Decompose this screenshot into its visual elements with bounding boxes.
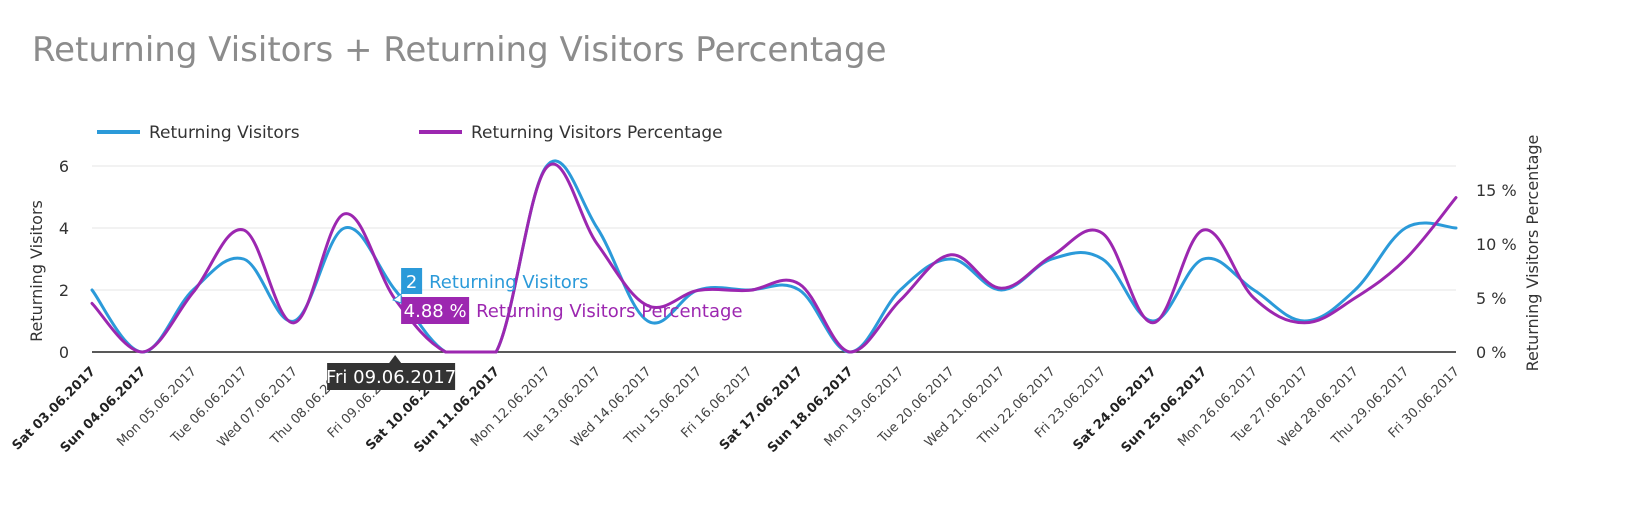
y-right-tick-label: 10 % <box>1476 235 1517 254</box>
y-right-axis-title: Returning Visitors Percentage <box>1523 135 1542 372</box>
y-left-tick-label: 6 <box>59 157 69 176</box>
tooltip-percent-value: 4.88 % <box>404 301 467 322</box>
x-tick-label: Sun 25.06.2017 <box>1119 364 1211 456</box>
x-tick-label: Sun 18.06.2017 <box>765 364 857 456</box>
x-tick-label: Sun 04.06.2017 <box>58 364 150 456</box>
tooltip-visitors-value: 2 <box>406 272 417 293</box>
y-right-tick-label: 0 % <box>1476 343 1506 362</box>
y-left-tick-label: 2 <box>59 281 69 300</box>
x-tick-label: Sat 03.06.2017 <box>10 364 99 453</box>
tooltip-date-pointer <box>389 355 402 363</box>
chart-svg: Returning Visitors Returning Visitors Per… <box>10 123 1542 456</box>
y-right-tick-label: 15 % <box>1476 181 1517 200</box>
y-left-axis-title: Returning Visitors <box>27 200 46 342</box>
series-line-returning-visitors-percentage[interactable] <box>90 162 1458 354</box>
y-left-tick-label: 0 <box>59 343 69 362</box>
series-lines <box>90 159 1458 354</box>
x-axis-ticks: Sat 03.06.2017Sun 04.06.2017Mon 05.06.20… <box>10 364 1463 456</box>
tooltip-date: Fri 09.06.2017 <box>326 367 456 388</box>
legend: Returning Visitors Returning Visitors Per… <box>97 123 723 143</box>
gridlines <box>92 165 1456 291</box>
y-right-tick-label: 5 % <box>1476 289 1506 308</box>
legend-label[interactable]: Returning Visitors <box>149 123 300 143</box>
y-axis-ticks: 0 2 4 6 0 % 5 % 10 % 15 % <box>59 157 1517 362</box>
tooltip-visitors-label: Returning Visitors <box>429 272 588 293</box>
axes: Returning Visitors Returning Visitors Per… <box>27 135 1542 372</box>
legend-label[interactable]: Returning Visitors Percentage <box>471 123 723 143</box>
tooltip-percent-label: Returning Visitors Percentage <box>476 301 742 322</box>
y-left-tick-label: 4 <box>59 219 69 238</box>
tooltip-pointer <box>392 293 402 304</box>
